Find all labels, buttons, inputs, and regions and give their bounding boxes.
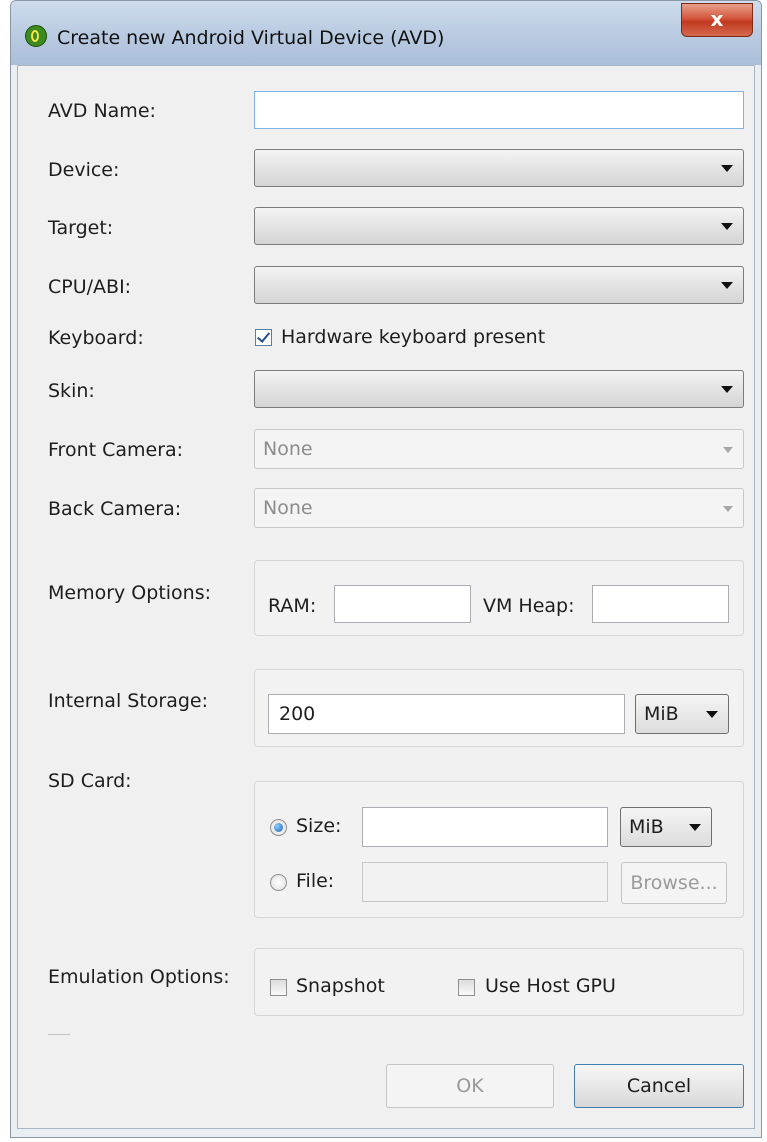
sd-file-input <box>362 862 608 902</box>
emulation-options-group: Snapshot Use Host GPU <box>254 948 744 1016</box>
internal-storage-unit-dropdown[interactable]: MiB <box>635 694 729 734</box>
android-eclipse-icon <box>25 25 47 47</box>
front-camera-label: Front Camera: <box>48 439 184 461</box>
target-label: Target: <box>48 217 114 239</box>
snapshot-label[interactable]: Snapshot <box>296 975 385 997</box>
sd-file-label[interactable]: File: <box>296 870 334 892</box>
target-dropdown[interactable] <box>254 207 744 245</box>
internal-storage-group: 200 MiB <box>254 669 744 747</box>
cpu-abi-dropdown[interactable] <box>254 266 744 304</box>
window-title: Create new Android Virtual Device (AVD) <box>57 27 445 49</box>
sd-size-unit-dropdown[interactable]: MiB <box>620 807 712 847</box>
avd-name-input[interactable] <box>254 91 744 129</box>
dialog-body: AVD Name: Device: Target: CPU/ABI: Keybo… <box>17 65 755 1129</box>
skin-dropdown[interactable] <box>254 370 744 408</box>
skin-label: Skin: <box>48 380 95 402</box>
vm-heap-label: VM Heap: <box>483 595 575 617</box>
memory-options-label: Memory Options: <box>48 582 212 604</box>
internal-storage-unit-value: MiB <box>644 703 679 725</box>
device-dropdown[interactable] <box>254 149 744 187</box>
chevron-down-icon <box>706 711 718 718</box>
chevron-down-icon <box>721 386 733 393</box>
chevron-down-icon <box>723 506 733 512</box>
use-host-gpu-label[interactable]: Use Host GPU <box>485 975 616 997</box>
internal-storage-label: Internal Storage: <box>48 690 209 712</box>
close-button[interactable]: x <box>681 3 753 37</box>
front-camera-dropdown: None <box>254 429 744 469</box>
device-label: Device: <box>48 159 120 181</box>
sd-size-unit-value: MiB <box>629 816 664 838</box>
chevron-down-icon <box>721 165 733 172</box>
memory-options-group: RAM: VM Heap: <box>254 560 744 636</box>
cpu-abi-label: CPU/ABI: <box>48 276 132 298</box>
vm-heap-input[interactable] <box>592 585 729 623</box>
hardware-keyboard-label[interactable]: Hardware keyboard present <box>281 326 545 348</box>
sd-size-label[interactable]: Size: <box>296 815 341 837</box>
avd-name-label: AVD Name: <box>48 100 156 122</box>
sd-card-label: SD Card: <box>48 770 132 792</box>
sd-card-group: Size: MiB File: Browse... <box>254 781 744 918</box>
browse-button: Browse... <box>621 862 727 904</box>
internal-storage-input[interactable]: 200 <box>268 694 625 734</box>
separator <box>48 1034 70 1035</box>
front-camera-value: None <box>263 438 313 460</box>
use-host-gpu-checkbox[interactable] <box>458 979 475 996</box>
chevron-down-icon <box>721 223 733 230</box>
ram-input[interactable] <box>334 585 471 623</box>
sd-size-input[interactable] <box>362 807 608 847</box>
sd-size-radio[interactable] <box>270 819 287 836</box>
ok-button[interactable]: OK <box>386 1064 554 1108</box>
back-camera-dropdown: None <box>254 488 744 528</box>
cancel-button[interactable]: Cancel <box>574 1064 744 1108</box>
chevron-down-icon <box>721 282 733 289</box>
chevron-down-icon <box>723 447 733 453</box>
title-bar[interactable]: Create new Android Virtual Device (AVD) … <box>11 1 761 65</box>
chevron-down-icon <box>689 824 701 831</box>
emulation-options-label: Emulation Options: <box>48 966 230 988</box>
back-camera-label: Back Camera: <box>48 498 182 520</box>
sd-file-radio[interactable] <box>270 874 287 891</box>
ram-label: RAM: <box>268 595 317 617</box>
back-camera-value: None <box>263 497 313 519</box>
avd-dialog-window: Create new Android Virtual Device (AVD) … <box>10 0 762 1138</box>
snapshot-checkbox[interactable] <box>270 979 287 996</box>
keyboard-label: Keyboard: <box>48 327 144 349</box>
hardware-keyboard-checkbox[interactable] <box>255 329 272 346</box>
